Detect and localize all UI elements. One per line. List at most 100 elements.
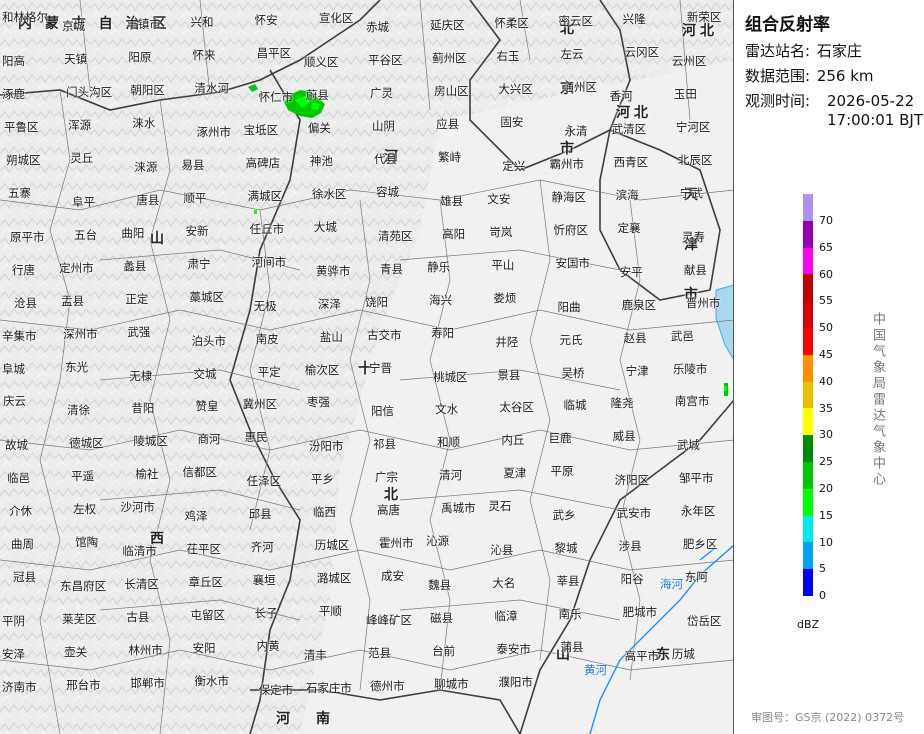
legend-swatch-65 bbox=[803, 220, 813, 248]
place-label: 临清市 bbox=[122, 544, 157, 559]
place-label: 武清区 bbox=[611, 121, 647, 136]
place-label: 晋州市 bbox=[685, 295, 721, 310]
place-label: 枣强 bbox=[306, 395, 330, 410]
place-label: 大名 bbox=[492, 576, 516, 591]
place-label: 乐陵市 bbox=[672, 361, 708, 376]
place-label: 峰峰矿区 bbox=[366, 613, 412, 628]
place-label: 介休 bbox=[9, 504, 32, 519]
place-label: 寿阳 bbox=[431, 325, 455, 340]
place-label: 黎城 bbox=[554, 541, 578, 556]
legend-swatch-50 bbox=[803, 301, 813, 328]
place-label: 阳高 bbox=[2, 53, 25, 68]
place-label: 东阿 bbox=[684, 570, 708, 585]
place-label: 朝阳区 bbox=[130, 82, 165, 97]
station-row: 雷达站名: 石家庄 bbox=[745, 42, 862, 61]
place-label: 怀仁市 bbox=[258, 89, 294, 104]
legend-label-10: 10 bbox=[819, 535, 833, 549]
place-label: 襄垣 bbox=[252, 573, 276, 588]
place-label: 肥城市 bbox=[622, 605, 658, 620]
place-label: 房山区 bbox=[434, 83, 469, 98]
place-label: 盐山 bbox=[319, 329, 343, 344]
place-label: 衡水市 bbox=[194, 674, 230, 689]
place-label: 南乐 bbox=[558, 607, 582, 622]
place-label: 应县 bbox=[436, 116, 460, 131]
legend-unit: dBZ bbox=[797, 618, 820, 631]
place-label: 阳曲 bbox=[557, 299, 581, 314]
place-label: 景县 bbox=[497, 367, 521, 382]
place-label: 潞城区 bbox=[316, 571, 352, 586]
place-label: 宝坻区 bbox=[243, 122, 279, 137]
place-label: 唐县 bbox=[136, 192, 160, 207]
place-label: 安国市 bbox=[555, 255, 591, 270]
place-label: 石家庄市 bbox=[305, 681, 352, 696]
place-label: 高唐 bbox=[377, 503, 400, 518]
province-label-shanxi-char-1: 山 bbox=[150, 231, 168, 247]
province-label-hebei-c-2: 北 bbox=[384, 487, 402, 503]
place-label: 赞皇 bbox=[195, 399, 219, 414]
place-label: 云冈区 bbox=[624, 44, 660, 59]
place-label: 黄骅市 bbox=[315, 263, 351, 278]
place-label: 范县 bbox=[368, 646, 391, 661]
place-label: 容城 bbox=[376, 184, 399, 199]
province-label-hebei-e: 河北 bbox=[616, 105, 652, 121]
range-label: 数据范围: bbox=[745, 67, 811, 85]
place-label: 永清 bbox=[564, 123, 588, 138]
place-label: 曲阳 bbox=[121, 225, 145, 240]
legend-swatch-45 bbox=[803, 328, 813, 355]
place-label: 永年区 bbox=[680, 504, 716, 519]
place-label: 定兴 bbox=[502, 158, 526, 173]
place-label: 浑源 bbox=[68, 117, 92, 132]
place-label: 原平市 bbox=[10, 229, 45, 244]
place-label: 鸡泽 bbox=[184, 509, 208, 524]
place-label: 安平 bbox=[619, 264, 643, 279]
place-label: 繁峙 bbox=[438, 149, 462, 164]
place-label: 泰安市 bbox=[496, 642, 531, 657]
place-label: 顺平 bbox=[183, 190, 207, 205]
station-value: 石家庄 bbox=[816, 42, 862, 60]
place-label: 高阳 bbox=[442, 226, 466, 241]
legend-swatch-70 bbox=[803, 194, 813, 221]
place-label: 夏津 bbox=[503, 466, 527, 481]
place-label: 正定 bbox=[125, 291, 149, 306]
legend-swatch-30 bbox=[803, 408, 813, 436]
legend-swatch-5 bbox=[803, 542, 813, 570]
place-label: 清徐 bbox=[67, 403, 91, 418]
place-label: 蔚县 bbox=[305, 87, 329, 102]
place-label: 天镇 bbox=[64, 51, 88, 66]
echo-fanshi bbox=[254, 210, 257, 214]
place-label: 清河 bbox=[439, 468, 463, 483]
place-label: 故城 bbox=[5, 438, 28, 453]
place-label: 深泽 bbox=[317, 296, 341, 311]
place-label: 霍州市 bbox=[379, 536, 414, 551]
place-label: 固安 bbox=[500, 114, 524, 129]
place-label: 文安 bbox=[487, 191, 511, 206]
place-label: 怀柔区 bbox=[494, 16, 529, 30]
range-value: 256 km bbox=[816, 67, 874, 85]
legend-label-55: 55 bbox=[819, 294, 833, 308]
place-label: 武强 bbox=[127, 324, 151, 339]
place-label: 历城区 bbox=[314, 538, 350, 553]
place-label: 肥乡区 bbox=[682, 537, 718, 552]
radar-map[interactable]: 内 蒙 古 自 治 区河北山西河北北京市天津市河北山东河南十和林格尔 京城 丰镇市兴… bbox=[0, 0, 734, 734]
place-label: 成安 bbox=[381, 569, 404, 584]
place-label: 左权 bbox=[73, 502, 97, 517]
place-label: 临城 bbox=[563, 398, 587, 413]
province-label-beijing-3: 市 bbox=[560, 141, 578, 157]
place-label: 深州市 bbox=[63, 326, 98, 341]
place-label: 广宗 bbox=[375, 470, 398, 485]
place-label: 蒲县 bbox=[560, 640, 584, 655]
place-label: 雄县 bbox=[440, 193, 464, 208]
place-label: 宣化区 bbox=[318, 11, 354, 25]
place-label: 巨鹿 bbox=[548, 431, 572, 446]
place-label: 大兴区 bbox=[498, 81, 533, 96]
place-label: 涿州市 bbox=[196, 124, 232, 139]
time-row: 观测时间: 2026-05-22 17:00:01 BJT bbox=[745, 92, 923, 129]
place-label: 赵县 bbox=[623, 330, 647, 345]
place-label: 东昌府区 bbox=[60, 579, 107, 594]
place-label: 古交市 bbox=[367, 327, 402, 342]
place-label: 任泽区 bbox=[246, 474, 282, 489]
place-label: 辛集市 bbox=[2, 328, 37, 343]
place-label: 无棣 bbox=[129, 368, 153, 383]
place-label: 元氏 bbox=[559, 332, 583, 347]
place-label: 徐水区 bbox=[311, 186, 347, 201]
